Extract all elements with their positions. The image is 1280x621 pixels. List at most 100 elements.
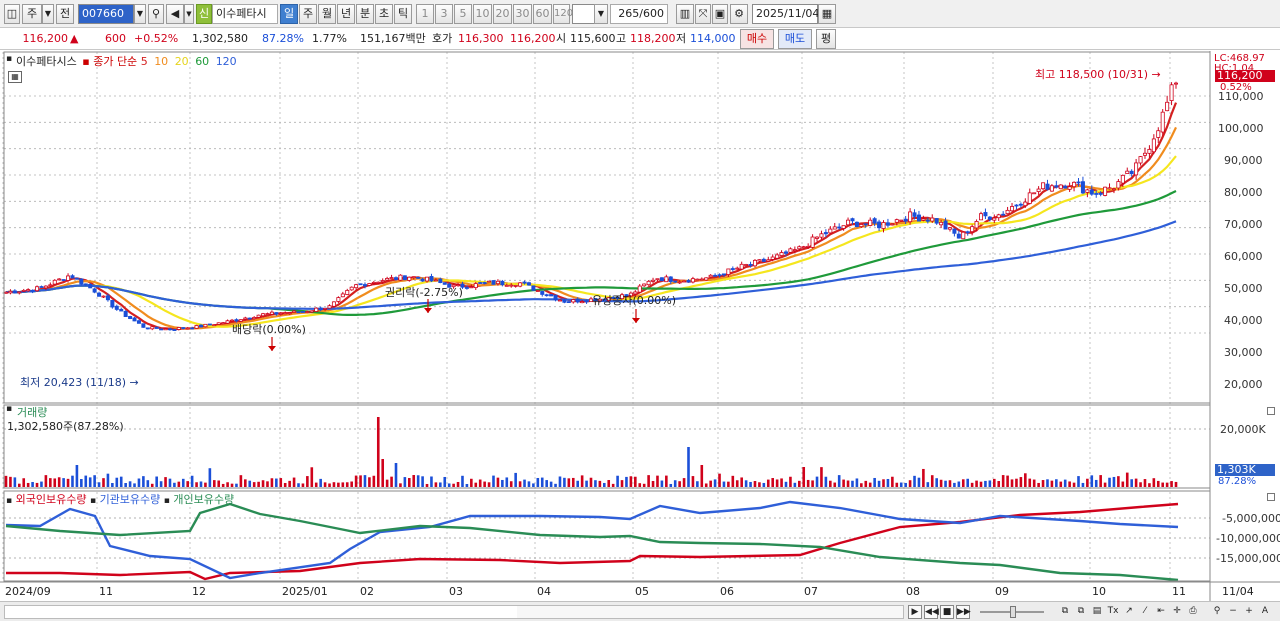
volume-bar: [399, 483, 402, 487]
open-label: 시: [556, 32, 567, 45]
speaker-dropdown-icon[interactable]: ▼: [184, 4, 194, 24]
window-menu-icon[interactable]: ◫: [4, 4, 20, 24]
count-field[interactable]: 265/600: [610, 4, 668, 24]
period-second-button[interactable]: 초: [375, 4, 393, 24]
candle-body: [393, 277, 398, 280]
candle-body: [651, 279, 656, 282]
legend-stock-name[interactable]: 이수페타시스: [16, 55, 77, 68]
date-input[interactable]: 2025/11/04: [752, 4, 819, 24]
market-select[interactable]: 주: [22, 4, 42, 24]
market-dropdown-icon[interactable]: ▼: [42, 4, 54, 24]
buy-button[interactable]: 매수: [740, 29, 774, 49]
line-tool-icon[interactable]: ⁄: [1138, 605, 1152, 619]
stop-icon[interactable]: ■: [940, 605, 954, 619]
legend-ma120[interactable]: 120: [216, 55, 237, 68]
legend-ma-label[interactable]: 종가 단순: [93, 55, 137, 68]
holding-tick: -5,000,000: [1222, 512, 1280, 525]
speaker-icon[interactable]: ◀: [166, 4, 184, 24]
zoom-in-icon[interactable]: +: [1242, 605, 1256, 619]
candle-body: [682, 280, 687, 283]
period-week-button[interactable]: 주: [299, 4, 317, 24]
interval-60-button[interactable]: 60: [533, 4, 552, 24]
legend-individual[interactable]: 개인보유수량: [173, 493, 234, 506]
table-toggle-icon[interactable]: ▦: [8, 71, 22, 83]
zoom-slider-thumb[interactable]: [1010, 606, 1016, 618]
print-icon[interactable]: ⎙: [1186, 605, 1200, 619]
interval-120-button[interactable]: 120: [553, 4, 573, 24]
trend-icon[interactable]: ↗: [1122, 605, 1136, 619]
font-size-icon[interactable]: A: [1258, 605, 1272, 619]
volume-bar: [1125, 472, 1129, 487]
candle-body: [256, 314, 261, 318]
volume-bar: [1170, 481, 1173, 487]
grid-icon[interactable]: ▤: [1090, 605, 1104, 619]
zoom-out-icon[interactable]: −: [1226, 605, 1240, 619]
volume-bar: [775, 479, 779, 487]
search-icon[interactable]: ⚲: [148, 4, 164, 24]
x-axis-label: 11: [99, 585, 113, 598]
volume-bar: [762, 482, 766, 487]
x-axis-label: 04: [537, 585, 551, 598]
volume-bar: [873, 477, 876, 487]
candle-body: [429, 276, 434, 282]
scrollbar-track[interactable]: [5, 606, 517, 618]
volume-bar: [111, 483, 114, 487]
legend-ma5[interactable]: 5: [141, 55, 148, 68]
legend-institution[interactable]: 기관보유수량: [100, 493, 161, 506]
interval-3-button[interactable]: 3: [435, 4, 453, 24]
legend-ma20[interactable]: 20: [175, 55, 189, 68]
candle-body: [775, 254, 780, 259]
volume-bar: [403, 477, 407, 487]
interval-5-button[interactable]: 5: [454, 4, 472, 24]
stock-code-input[interactable]: 007660: [78, 4, 134, 24]
horizontal-scrollbar[interactable]: [4, 605, 904, 619]
legend-ma60[interactable]: 60: [195, 55, 209, 68]
measure-icon[interactable]: ⇤: [1154, 605, 1168, 619]
period-tick-button[interactable]: 틱: [394, 4, 412, 24]
volume-panel-collapse-icon[interactable]: [1267, 407, 1275, 415]
volume-bar: [372, 475, 376, 487]
interval-20-button[interactable]: 20: [493, 4, 512, 24]
sell-button[interactable]: 매도: [778, 29, 812, 49]
period-minute-button[interactable]: 분: [356, 4, 374, 24]
custom-interval-dropdown-icon[interactable]: ▼: [594, 4, 608, 24]
rewind-icon[interactable]: ◀◀: [924, 605, 939, 619]
legend-dot-icon: ▪: [6, 54, 13, 64]
zoom-search-icon[interactable]: ⚲: [1210, 605, 1224, 619]
volume-bar: [669, 483, 673, 487]
period-year-button[interactable]: 년: [337, 4, 355, 24]
split-icon[interactable]: ⧉: [1074, 605, 1088, 619]
calendar-icon[interactable]: ▦: [818, 4, 836, 24]
gear-icon[interactable]: ⚙: [730, 4, 748, 24]
chart-type-icon[interactable]: ▥: [676, 4, 694, 24]
prefix-select[interactable]: 전: [56, 4, 74, 24]
candle-body: [1076, 181, 1081, 184]
interval-10-button[interactable]: 10: [473, 4, 492, 24]
volume-bar: [35, 482, 39, 487]
legend-foreign[interactable]: 외국인보유수량: [16, 493, 87, 506]
up-arrow-icon: ▲: [70, 32, 79, 45]
legend-ma10[interactable]: 10: [154, 55, 168, 68]
candle-body: [832, 226, 837, 230]
interval-1-button[interactable]: 1: [416, 4, 434, 24]
eval-button[interactable]: 평: [816, 29, 836, 49]
volume-bar: [957, 481, 961, 487]
code-dropdown-icon[interactable]: ▼: [134, 4, 146, 24]
crosshair-icon[interactable]: ⤧: [695, 4, 711, 24]
scroll-right-icon[interactable]: ▶: [908, 605, 922, 619]
credit-badge[interactable]: 신: [196, 4, 212, 24]
period-month-button[interactable]: 월: [318, 4, 336, 24]
chart-canvas[interactable]: [0, 51, 1280, 601]
save-icon[interactable]: ▣: [712, 4, 728, 24]
cross-tool-icon[interactable]: ✛: [1170, 605, 1184, 619]
volume-bar: [1037, 482, 1040, 487]
interval-30-button[interactable]: 30: [513, 4, 532, 24]
holding-panel-collapse-icon[interactable]: [1267, 493, 1275, 501]
text-icon[interactable]: Tx: [1106, 605, 1120, 619]
fast-forward-icon[interactable]: ▶▶: [956, 605, 971, 619]
volume-value: 1,302,580: [192, 32, 248, 45]
volume-bar: [975, 480, 978, 487]
layout-icon[interactable]: ⧉: [1058, 605, 1072, 619]
period-day-button[interactable]: 일: [280, 4, 298, 24]
candle-body: [531, 285, 536, 291]
